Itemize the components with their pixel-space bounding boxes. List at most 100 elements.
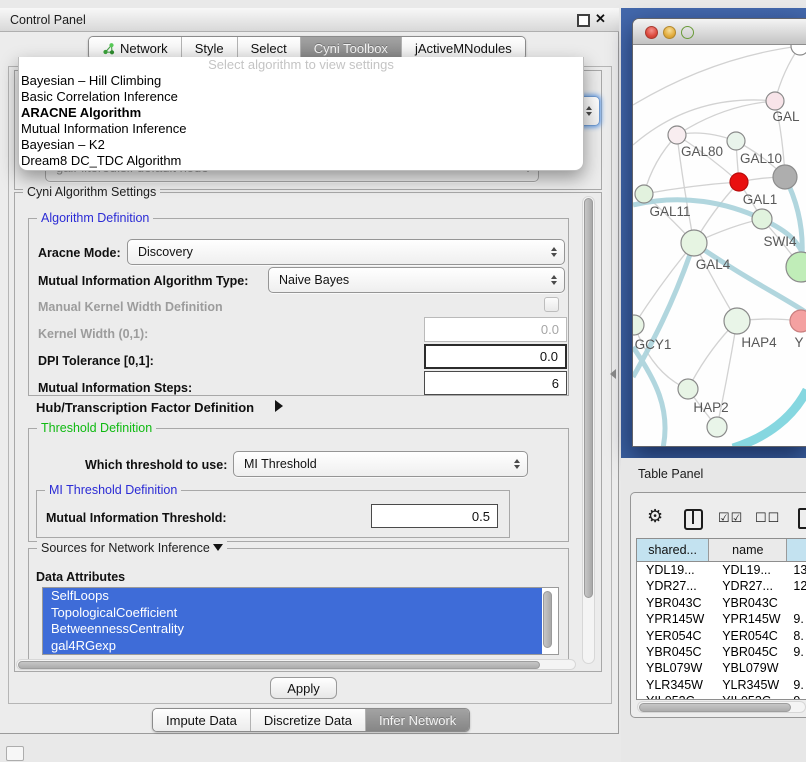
algorithm-option[interactable]: Basic Correlation Inference bbox=[19, 89, 583, 105]
table-row[interactable]: YBR045CYBR045C9. bbox=[637, 644, 806, 660]
settings-hscrollbar-thumb[interactable] bbox=[18, 661, 540, 669]
data-attribute-item[interactable]: SelfLoops bbox=[43, 588, 542, 605]
restore-panel-icon[interactable] bbox=[6, 746, 24, 761]
network-canvas[interactable]: GALGAL80GAL10GAL1GAL11SWI4GAL4GCY1HAP4YH… bbox=[633, 45, 806, 447]
table-row[interactable]: YDR27...YDR27...12 bbox=[637, 578, 806, 594]
settings-scrollbar-thumb[interactable] bbox=[584, 198, 593, 598]
aracne-mode-label: Aracne Mode: bbox=[38, 246, 121, 260]
tab-impute-data[interactable]: Impute Data bbox=[153, 709, 250, 731]
algorithm-option[interactable]: ARACNE Algorithm bbox=[19, 105, 583, 121]
mi-steps-field[interactable]: 6 bbox=[424, 371, 567, 395]
table-column-header[interactable]: name bbox=[709, 539, 787, 561]
tab-select[interactable]: Select bbox=[237, 37, 300, 59]
data-attribute-item[interactable]: TopologicalCoefficient bbox=[43, 605, 542, 622]
threshold-definition-title: Threshold Definition bbox=[37, 421, 156, 435]
table-cell: YPR145W bbox=[637, 611, 709, 627]
table-cell: YLR345W bbox=[709, 677, 787, 693]
table-cell: YDL19... bbox=[637, 562, 709, 578]
network-node-y[interactable] bbox=[790, 310, 806, 332]
tab-jactivemnodules[interactable]: jActiveMNodules bbox=[401, 37, 525, 59]
network-node[interactable] bbox=[707, 417, 727, 437]
network-node-hap2[interactable] bbox=[678, 379, 698, 399]
close-icon[interactable]: ✕ bbox=[595, 11, 606, 27]
gear-icon[interactable]: ⚙ bbox=[647, 506, 663, 527]
tab-discretize-data[interactable]: Discretize Data bbox=[250, 709, 365, 731]
combo-arrows-icon bbox=[551, 247, 557, 257]
mi-threshold-label: Mutual Information Threshold: bbox=[46, 511, 227, 525]
table-hscrollbar-thumb[interactable] bbox=[639, 703, 791, 712]
function-builder-icon[interactable] bbox=[798, 508, 806, 529]
table-cell: YBL079W bbox=[637, 660, 709, 676]
network-node-gal[interactable] bbox=[766, 92, 784, 110]
sources-collapse-icon[interactable] bbox=[213, 544, 223, 551]
apply-button[interactable]: Apply bbox=[270, 677, 337, 699]
tab-cyni-toolbox[interactable]: Cyni Toolbox bbox=[300, 37, 401, 59]
table-cell: YDL19... bbox=[709, 562, 787, 578]
algorithm-option[interactable]: Mutual Information Inference bbox=[19, 121, 583, 137]
data-attribute-item[interactable]: gal4RGexp bbox=[43, 638, 542, 655]
table-row[interactable]: YIL052CYIL052C9. bbox=[637, 693, 806, 700]
table-row[interactable]: YBR043CYBR043C bbox=[637, 595, 806, 611]
close-traffic-light-icon[interactable] bbox=[645, 26, 658, 39]
network-node-gal1[interactable] bbox=[730, 173, 748, 191]
table-row[interactable]: YLR345WYLR345W9. bbox=[637, 677, 806, 693]
manual-kernel-width-checkbox[interactable] bbox=[544, 297, 559, 312]
table-row[interactable]: YER054CYER054C8. bbox=[637, 628, 806, 644]
network-node-gcy1[interactable] bbox=[633, 315, 644, 335]
dpi-tolerance-field[interactable]: 0.0 bbox=[424, 344, 567, 369]
algorithm-option[interactable]: Bayesian – Hill Climbing bbox=[19, 73, 583, 89]
network-node[interactable] bbox=[773, 165, 797, 189]
combo-arrows-icon bbox=[551, 275, 557, 285]
attributes-scrollbar-thumb[interactable] bbox=[543, 591, 552, 648]
which-threshold-combo[interactable]: MI Threshold bbox=[233, 451, 528, 477]
network-view-window: GALGAL80GAL10GAL1GAL11SWI4GAL4GCY1HAP4YH… bbox=[632, 18, 806, 447]
table-column-header[interactable]: shared... bbox=[637, 539, 709, 561]
table-cell: YER054C bbox=[637, 628, 709, 644]
network-corner-edge bbox=[733, 390, 806, 447]
table-cell: YER054C bbox=[709, 628, 787, 644]
manual-kernel-width-label: Manual Kernel Width Definition bbox=[38, 300, 223, 314]
network-node[interactable] bbox=[791, 45, 806, 55]
column-view-icon[interactable] bbox=[684, 509, 703, 530]
unselect-all-columns-icon[interactable]: ☐☐ bbox=[755, 510, 780, 526]
mi-threshold-field[interactable]: 0.5 bbox=[371, 504, 498, 528]
minimize-traffic-light-icon[interactable] bbox=[663, 26, 676, 39]
network-node-gal11[interactable] bbox=[635, 185, 653, 203]
hub-expand-icon[interactable] bbox=[275, 400, 283, 412]
network-node-swi4[interactable] bbox=[786, 252, 806, 282]
table-cell: YBR045C bbox=[637, 644, 709, 660]
network-window-titlebar[interactable] bbox=[633, 19, 806, 45]
splitter-collapse-icon[interactable] bbox=[610, 369, 616, 379]
table-row[interactable]: YDL19...YDL19...13 bbox=[637, 562, 806, 578]
data-attribute-item[interactable]: BetweennessCentrality bbox=[43, 621, 542, 638]
network-node-gal10[interactable] bbox=[727, 132, 745, 150]
table-cell: YBR045C bbox=[709, 644, 787, 660]
table-column-header[interactable] bbox=[787, 539, 806, 561]
algorithm-dropdown-popup: Select algorithm to view settings Bayesi… bbox=[18, 57, 584, 171]
algorithm-option[interactable]: Dream8 DC_TDC Algorithm bbox=[19, 153, 583, 169]
network-node-gal4[interactable] bbox=[681, 230, 707, 256]
hub-definition-label[interactable]: Hub/Transcription Factor Definition bbox=[36, 400, 254, 415]
table-row[interactable]: YBL079WYBL079W bbox=[637, 660, 806, 676]
aracne-mode-combo[interactable]: Discovery bbox=[127, 239, 565, 265]
algorithm-option[interactable]: Bayesian – K2 bbox=[19, 137, 583, 153]
network-node-label: GAL10 bbox=[740, 151, 782, 166]
tab-style[interactable]: Style bbox=[181, 37, 237, 59]
table-row[interactable]: YPR145WYPR145W9. bbox=[637, 611, 806, 627]
zoom-traffic-light-icon[interactable] bbox=[681, 26, 694, 39]
select-all-columns-icon[interactable]: ☑☑ bbox=[718, 510, 743, 526]
float-window-icon[interactable] bbox=[577, 14, 590, 27]
network-node-label: GAL4 bbox=[696, 257, 731, 272]
tab-network[interactable]: Network bbox=[89, 37, 181, 59]
table-cell: 13 bbox=[787, 562, 806, 578]
tab-infer-network[interactable]: Infer Network bbox=[365, 709, 469, 731]
network-node-hap4[interactable] bbox=[724, 308, 750, 334]
table-cell: YIL052C bbox=[709, 693, 787, 700]
table-cell: 12 bbox=[787, 578, 806, 594]
control-panel-titlebar bbox=[0, 8, 619, 32]
kernel-width-field[interactable]: 0.0 bbox=[424, 317, 567, 342]
mi-algorithm-type-combo[interactable]: Naive Bayes bbox=[268, 267, 565, 293]
table-cell: YIL052C bbox=[637, 693, 709, 700]
network-node[interactable] bbox=[752, 209, 772, 229]
network-node-gal80[interactable] bbox=[668, 126, 686, 144]
